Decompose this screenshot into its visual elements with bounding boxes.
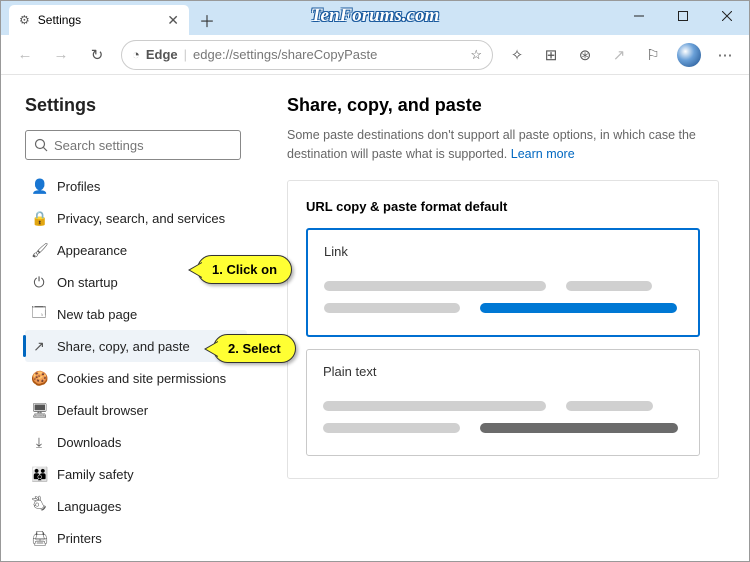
url-scheme-label: Edge — [146, 47, 178, 62]
sidebar-item-languages[interactable]: 🖏 Languages — [25, 490, 247, 522]
window-titlebar: ⚙ Settings ✕ ＋ — [1, 1, 749, 35]
settings-sidebar: Settings 👤 Profiles 🔒 Privacy, search, and … — [1, 75, 257, 561]
share-icon[interactable]: ↗ — [603, 39, 635, 71]
sidebar-item-profiles[interactable]: 👤 Profiles — [25, 170, 247, 202]
format-option-plain-text[interactable]: Plain text — [306, 349, 700, 456]
format-option-link[interactable]: Link — [306, 228, 700, 337]
minimize-icon — [634, 11, 644, 21]
nav-label: New tab page — [57, 307, 137, 322]
card-title: URL copy & paste format default — [306, 199, 700, 214]
search-icon — [34, 138, 48, 152]
url-format-card: URL copy & paste format default Link Plai… — [287, 180, 719, 479]
forward-button[interactable]: → — [45, 39, 77, 71]
nav-label: On startup — [57, 275, 118, 290]
nav-icon: ↗ — [31, 338, 47, 355]
extensions-icon[interactable]: ⊛ — [569, 39, 601, 71]
nav-label: Profiles — [57, 179, 100, 194]
nav-icon: 🖏 — [31, 494, 47, 518]
address-bar[interactable]: ◔ Edge | edge://settings/shareCopyPaste … — [121, 40, 493, 70]
page-description: Some paste destinations don't support al… — [287, 126, 719, 164]
content-area: Settings 👤 Profiles 🔒 Privacy, search, and … — [1, 75, 749, 561]
menu-icon[interactable]: ⋯ — [709, 39, 741, 71]
nav-icon: 🍪 — [31, 370, 47, 387]
option-preview — [324, 281, 682, 313]
sidebar-item-default-browser[interactable]: 🖥 Default browser — [25, 394, 247, 426]
sidebar-title: Settings — [25, 95, 247, 116]
nav-icon: ⤓ — [31, 434, 47, 451]
refresh-button[interactable]: ↻ — [81, 39, 113, 71]
profile-avatar[interactable] — [677, 43, 701, 67]
nav-icon: 🗔 — [31, 302, 47, 326]
nav-label: Printers — [57, 531, 102, 546]
settings-icon: ⚙ — [19, 13, 30, 27]
site-identity-icon: ◔ — [132, 47, 140, 62]
favorite-icon[interactable]: ☆ — [470, 47, 482, 63]
browser-toolbar: ← → ↻ ◔ Edge | edge://settings/shareCopy… — [1, 35, 749, 75]
sidebar-item-family-safety[interactable]: 👪 Family safety — [25, 458, 247, 490]
nav-icon: 🖥 — [31, 402, 47, 419]
nav-icon: 👪 — [31, 466, 47, 483]
sidebar-item-printers[interactable]: 🖨 Printers — [25, 522, 247, 554]
maximize-icon — [678, 11, 688, 21]
settings-main: Share, copy, and paste Some paste destin… — [257, 75, 749, 561]
nav-icon: 👤 — [31, 178, 47, 195]
nav-label: Languages — [57, 499, 121, 514]
option-preview — [323, 401, 683, 433]
favorites-icon[interactable]: ✧ — [501, 39, 533, 71]
nav-label: Default browser — [57, 403, 148, 418]
nav-icon: 🖌 — [31, 242, 47, 259]
option-title: Link — [324, 244, 682, 259]
nav-label: Downloads — [57, 435, 121, 450]
nav-label: Cookies and site permissions — [57, 371, 226, 386]
browser-tab[interactable]: ⚙ Settings ✕ — [9, 5, 189, 35]
nav-icon: ⏻ — [31, 274, 47, 291]
window-close-button[interactable] — [705, 1, 749, 31]
url-separator: | — [184, 47, 187, 62]
learn-more-link[interactable]: Learn more — [511, 147, 575, 161]
nav-label: Privacy, search, and services — [57, 211, 225, 226]
close-icon — [722, 11, 732, 21]
close-tab-icon[interactable]: ✕ — [167, 12, 179, 29]
search-input[interactable] — [54, 138, 232, 153]
sidebar-item-new-tab-page[interactable]: 🗔 New tab page — [25, 298, 247, 330]
feedback-icon[interactable]: ⚐ — [637, 39, 669, 71]
callout-select: 2. Select — [213, 334, 296, 363]
nav-icon: 🔒 — [31, 210, 47, 227]
sidebar-item-system[interactable]: ⚙System — [25, 554, 247, 561]
sidebar-item-privacy-search-and-services[interactable]: 🔒 Privacy, search, and services — [25, 202, 247, 234]
nav-icon: 🖨 — [31, 530, 47, 547]
callout-click-on: 1. Click on — [197, 255, 292, 284]
sidebar-item-downloads[interactable]: ⤓ Downloads — [25, 426, 247, 458]
nav-label: Appearance — [57, 243, 127, 258]
page-heading: Share, copy, and paste — [287, 95, 719, 116]
window-minimize-button[interactable] — [617, 1, 661, 31]
sidebar-item-cookies-and-site-permissions[interactable]: 🍪 Cookies and site permissions — [25, 362, 247, 394]
nav-label: Family safety — [57, 467, 134, 482]
url-text: edge://settings/shareCopyPaste — [193, 47, 464, 62]
nav-label: Share, copy, and paste — [57, 339, 190, 354]
settings-nav-list: 👤 Profiles 🔒 Privacy, search, and services 🖌… — [25, 170, 247, 561]
new-tab-button[interactable]: ＋ — [193, 6, 221, 34]
option-title: Plain text — [323, 364, 683, 379]
settings-search[interactable] — [25, 130, 241, 160]
collections-icon[interactable]: ⊞ — [535, 39, 567, 71]
back-button[interactable]: ← — [9, 39, 41, 71]
window-maximize-button[interactable] — [661, 1, 705, 31]
tab-title: Settings — [38, 13, 81, 27]
